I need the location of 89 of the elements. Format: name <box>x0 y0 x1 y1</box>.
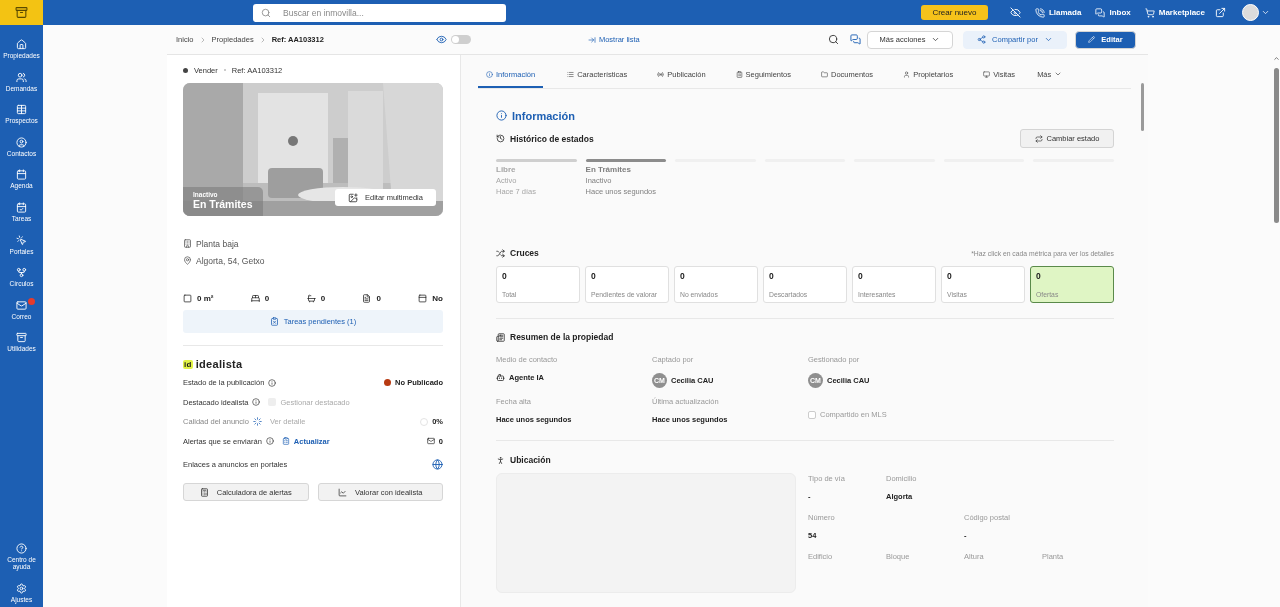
section-title: Información <box>496 109 1114 122</box>
antenna-icon <box>657 70 665 78</box>
folder-icon <box>821 70 828 78</box>
repeat-icon <box>1034 134 1043 143</box>
state-name: En Trámites <box>585 164 632 175</box>
area-icon <box>183 293 192 303</box>
checkbox[interactable] <box>808 410 816 419</box>
users-icon <box>16 71 27 83</box>
settings-icon <box>16 583 27 594</box>
spinner-icon <box>252 417 262 427</box>
summary-title: Resumen de la propiedad <box>496 332 1114 342</box>
feature-value: 0 <box>320 293 326 303</box>
phone-icon <box>1034 7 1045 18</box>
topbar-link[interactable]: Llamada <box>1034 7 1082 18</box>
external-link-icon[interactable] <box>1215 7 1226 18</box>
topbar-link[interactable]: Marketplace <box>1144 7 1205 18</box>
feature-value: 0 m² <box>197 293 214 303</box>
chevron-down-icon <box>931 35 941 44</box>
state-name: Libre <box>496 164 517 175</box>
search-icon <box>261 7 271 18</box>
bath-icon <box>306 293 316 303</box>
chat-icon[interactable] <box>850 34 861 45</box>
mail-icon <box>426 437 435 446</box>
info-icon <box>496 110 507 121</box>
user-avatar[interactable] <box>1242 4 1259 21</box>
chart-icon <box>338 487 348 497</box>
shuffle-icon <box>496 248 505 258</box>
info-icon[interactable] <box>252 398 261 407</box>
elevator-icon <box>418 293 428 303</box>
pointer-icon <box>16 234 27 246</box>
topbar-link[interactable]: Inbox <box>1095 7 1131 18</box>
feature-value: No <box>432 293 443 303</box>
person-icon <box>496 455 505 465</box>
idealista-logo: id idealista <box>183 358 244 370</box>
home-icon <box>16 39 27 50</box>
info-icon[interactable] <box>268 378 277 387</box>
scrollbar[interactable] <box>1141 83 1144 131</box>
search-input[interactable]: Buscar en inmovilla... <box>281 6 498 19</box>
scrollbar[interactable] <box>1273 68 1279 223</box>
app-logo[interactable] <box>15 6 28 19</box>
create-button[interactable]: Crear nuevo <box>920 5 988 20</box>
search-field[interactable]: Buscar en inmovilla... <box>253 3 506 22</box>
help-icon <box>16 543 27 554</box>
archive-icon <box>16 332 27 344</box>
scroll-up-icon[interactable] <box>1272 55 1280 62</box>
chevron-down-icon <box>1043 35 1053 44</box>
search-icon[interactable] <box>828 34 839 45</box>
info-icon <box>486 70 493 78</box>
chevron-down-icon[interactable] <box>1261 8 1270 17</box>
newspaper-icon <box>496 332 505 342</box>
list-icon <box>567 70 575 78</box>
clipboard-icon <box>281 437 290 446</box>
toggle-switch[interactable] <box>450 35 471 44</box>
share-icon <box>977 35 987 44</box>
calendar-check-icon <box>16 201 27 213</box>
fork-icon <box>16 267 27 279</box>
cart-icon <box>1144 7 1155 18</box>
chevron-down-icon <box>1054 70 1063 78</box>
table-icon <box>16 104 27 116</box>
image-plus-icon <box>348 192 358 203</box>
detail-text: Planta baja <box>196 238 239 249</box>
history-title: Histórico de estados <box>496 133 594 144</box>
monitor-icon <box>983 70 991 78</box>
feature-value: 0 <box>264 293 270 303</box>
pencil-icon <box>1088 36 1096 43</box>
document-icon <box>362 293 372 303</box>
eye-off-icon[interactable] <box>1009 7 1021 18</box>
matches-title: Cruces <box>496 248 539 258</box>
history-icon <box>496 134 505 143</box>
clipboard-icon <box>735 70 743 78</box>
map-pin-icon <box>183 256 192 265</box>
calendar-icon <box>16 169 27 181</box>
arrow-right-icon <box>587 35 596 44</box>
eye-icon[interactable] <box>435 34 447 45</box>
mail-icon <box>16 299 27 311</box>
feature-value: 0 <box>376 293 381 303</box>
robot-icon <box>496 373 505 382</box>
calculator-icon <box>199 487 209 497</box>
clipboard-icon <box>269 317 279 326</box>
bed-icon <box>250 293 260 303</box>
user-circle-icon <box>16 136 27 148</box>
detail-text: Algorta, 54, Getxo <box>196 255 265 266</box>
chat-icon <box>1095 7 1106 18</box>
status-dot <box>183 67 188 73</box>
info-icon[interactable] <box>265 437 274 446</box>
building-icon <box>183 239 192 248</box>
user-icon <box>903 70 911 78</box>
globe-icon[interactable] <box>432 458 443 470</box>
location-title: Ubicación <box>496 455 1114 465</box>
